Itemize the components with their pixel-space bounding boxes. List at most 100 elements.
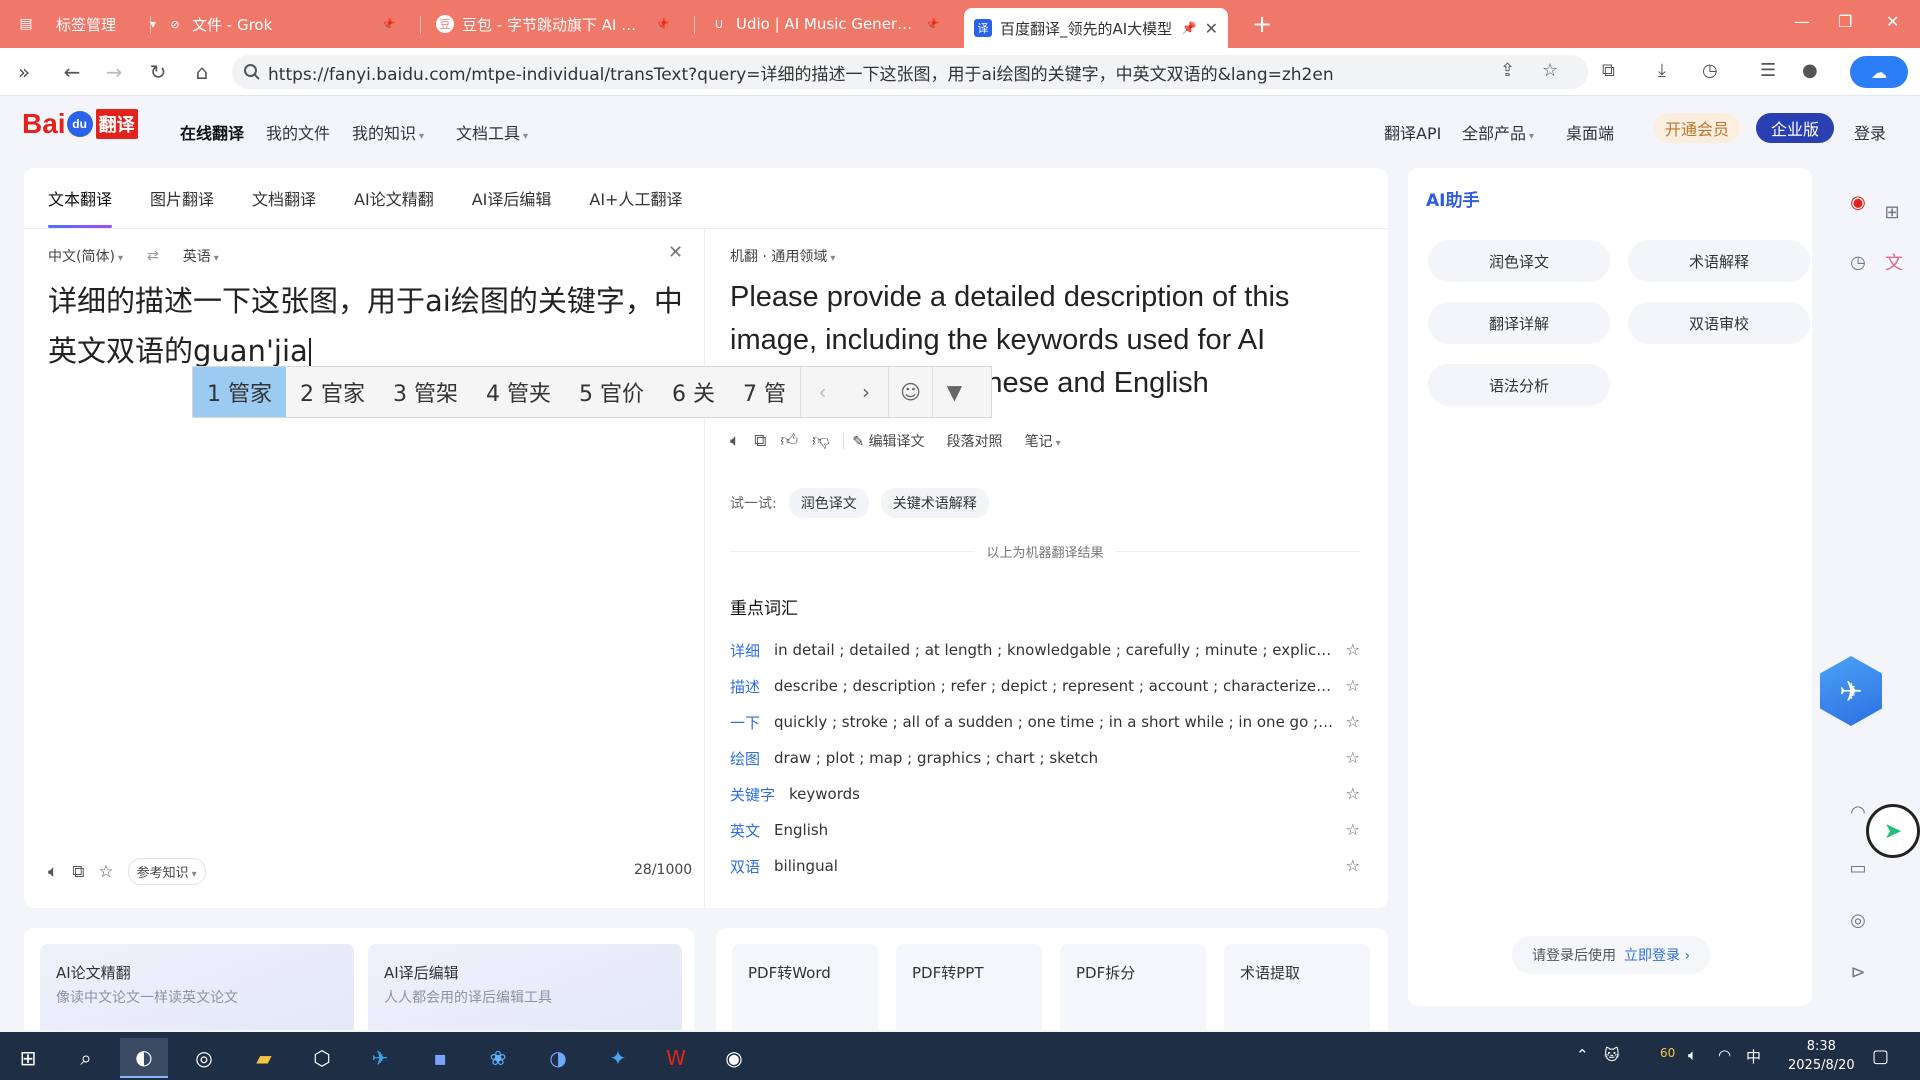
close-tab-icon[interactable]: ✕: [1205, 19, 1218, 38]
app-dark-icon[interactable]: ▪: [416, 1038, 464, 1078]
vocab-word[interactable]: 描述: [730, 676, 760, 697]
star-icon[interactable]: ☆: [1346, 856, 1360, 875]
vocab-word[interactable]: 绘图: [730, 748, 760, 769]
speaker-icon[interactable]: 🔈︎: [48, 862, 58, 882]
ime-prev-page-icon[interactable]: ‹: [800, 367, 844, 417]
chrome-icon[interactable]: ◎: [180, 1038, 228, 1078]
nav-translate-api[interactable]: 翻译API: [1384, 120, 1441, 144]
address-bar[interactable]: https://fanyi.baidu.com/mtpe-individual/…: [232, 55, 1588, 89]
feishu-icon[interactable]: ✦: [594, 1038, 642, 1078]
edge-browser-icon[interactable]: ◐: [120, 1038, 168, 1078]
ime-candidate[interactable]: 3 管架: [379, 367, 472, 417]
tab-ai-paper[interactable]: AI论文精翻: [354, 168, 434, 228]
nav-my-files[interactable]: 我的文件: [266, 120, 330, 144]
paragraph-compare-button[interactable]: 段落对照: [947, 431, 1003, 451]
tool-pdf-to-word[interactable]: PDF转Word: [732, 944, 878, 1030]
forward-icon[interactable]: →: [100, 58, 128, 86]
copy-icon[interactable]: ⧉: [72, 862, 84, 882]
tool-term-extract[interactable]: 术语提取: [1224, 944, 1370, 1030]
home-icon[interactable]: ⌂: [188, 58, 216, 86]
telegram-icon[interactable]: ✈: [356, 1038, 404, 1078]
source-language-select[interactable]: 中文(简体) ▾: [48, 246, 123, 266]
notification-icon[interactable]: ▢: [1872, 1046, 1889, 1067]
ime-candidate[interactable]: 2 官家: [286, 367, 379, 417]
target-icon[interactable]: ◎: [1842, 904, 1874, 936]
browser-tab-grok[interactable]: ⊘ 文件 - Grok 📌: [156, 6, 406, 42]
star-icon[interactable]: ☆: [1346, 676, 1360, 695]
tab-doc-translate[interactable]: 文档翻译: [252, 168, 316, 228]
app-swirl-icon[interactable]: ◑: [534, 1038, 582, 1078]
clear-input-icon[interactable]: ✕: [668, 242, 683, 263]
translate-plugin-icon[interactable]: 文: [1878, 246, 1910, 278]
expand-sidebar-icon[interactable]: »: [10, 58, 38, 86]
vocab-word[interactable]: 一下: [730, 712, 760, 733]
tab-text-translate[interactable]: 文本翻译: [48, 168, 113, 228]
browser-tab-udio[interactable]: U Udio | AI Music Generator 📌: [700, 6, 950, 42]
ime-expand-icon[interactable]: ▼: [932, 367, 976, 417]
cloud-sync-icon[interactable]: ☁: [1850, 56, 1908, 88]
tool-pdf-split[interactable]: PDF拆分: [1060, 944, 1206, 1030]
volume-icon[interactable]: 🔈︎: [1688, 1046, 1697, 1064]
thumbs-up-icon[interactable]: 👍︎: [780, 430, 798, 451]
new-tab-icon[interactable]: +: [1252, 10, 1272, 38]
star-icon[interactable]: ☆: [1346, 748, 1360, 767]
minimize-icon[interactable]: —: [1794, 12, 1810, 31]
notes-button[interactable]: 笔记 ▾: [1025, 431, 1061, 451]
ime-candidate[interactable]: 7 管: [729, 367, 800, 417]
restore-icon[interactable]: ❐: [1838, 12, 1852, 31]
close-window-icon[interactable]: ✕: [1886, 12, 1899, 31]
folder-icon[interactable]: ▭: [1842, 852, 1874, 884]
tool-pdf-to-ppt[interactable]: PDF转PPT: [896, 944, 1042, 1030]
polish-button[interactable]: 润色译文: [1428, 240, 1610, 282]
network-icon[interactable]: ◠: [1718, 1046, 1731, 1064]
tab-menu-icon[interactable]: ▤: [12, 12, 40, 36]
profile-avatar-icon[interactable]: ●: [1802, 60, 1818, 81]
tab-ai-post-edit[interactable]: AI译后编辑: [472, 168, 552, 228]
grammar-analysis-button[interactable]: 语法分析: [1428, 364, 1610, 406]
tab-ai-human[interactable]: AI+人工翻译: [589, 168, 682, 228]
nav-online-translate[interactable]: 在线翻译: [180, 120, 244, 144]
send-plane-icon[interactable]: ➤: [1866, 804, 1920, 858]
app-record-icon[interactable]: ◉: [710, 1038, 758, 1078]
term-explain-button[interactable]: 术语解释: [1628, 240, 1810, 282]
vocab-word[interactable]: 双语: [730, 856, 760, 877]
source-text-input[interactable]: 详细的描述一下这张图，用于ai绘图的关键字，中英文双语的guan'jia: [48, 276, 688, 376]
bilingual-review-button[interactable]: 双语审校: [1628, 302, 1810, 344]
ime-next-page-icon[interactable]: ›: [844, 367, 888, 417]
ime-candidate[interactable]: 4 管夹: [472, 367, 565, 417]
ime-candidate[interactable]: 6 关: [658, 367, 729, 417]
back-icon[interactable]: ←: [58, 58, 86, 86]
browser-tab-doubao[interactable]: 豆 豆包 - 字节跳动旗下 AI 智能 📌: [426, 6, 680, 42]
tray-expand-icon[interactable]: ⌃: [1576, 1046, 1589, 1064]
tray-app-icon[interactable]: 🐱︎: [1604, 1046, 1620, 1064]
speaker-icon[interactable]: 🔈︎: [730, 431, 740, 451]
record-icon[interactable]: ◉: [1842, 186, 1874, 218]
vocab-word[interactable]: 关键字: [730, 784, 775, 805]
login-now-link[interactable]: 立即登录 ›: [1624, 945, 1690, 965]
vocab-word[interactable]: 英文: [730, 820, 760, 841]
extensions-icon[interactable]: ⧉: [1602, 60, 1615, 81]
nav-my-knowledge[interactable]: 我的知识 ▾: [352, 120, 424, 144]
share-icon[interactable]: ⇪: [1500, 60, 1515, 81]
edit-translation-button[interactable]: ✎ 编辑译文: [852, 431, 924, 451]
browser-tab-baidu-translate[interactable]: 译 百度翻译_领先的AI大模型 📌 ✕: [964, 8, 1228, 48]
target-language-select[interactable]: 英语 ▾: [183, 246, 219, 266]
term-explain-chip[interactable]: 关键术语解释: [880, 488, 989, 518]
system-clock[interactable]: 8:38 2025/8/20: [1788, 1037, 1855, 1075]
ime-candidate[interactable]: 5 官价: [565, 367, 658, 417]
star-icon[interactable]: ☆: [1346, 784, 1360, 803]
emoji-icon[interactable]: ☺: [888, 367, 932, 417]
windows-start-icon[interactable]: ⊞: [4, 1038, 52, 1078]
ime-candidate[interactable]: 1 管家: [193, 367, 286, 417]
reference-knowledge-button[interactable]: 参考知识 ▾: [127, 858, 206, 885]
file-explorer-icon[interactable]: ▰: [240, 1038, 288, 1078]
nav-desktop[interactable]: 桌面端: [1566, 120, 1614, 144]
vip-button[interactable]: 开通会员: [1654, 113, 1740, 143]
menu-icon[interactable]: ☰: [1760, 60, 1776, 81]
copy-icon[interactable]: ⧉: [754, 431, 766, 451]
translation-detail-button[interactable]: 翻译详解: [1428, 302, 1610, 344]
star-icon[interactable]: ☆: [1346, 640, 1360, 659]
swap-languages-icon[interactable]: ⇄: [147, 248, 159, 264]
floating-assistant-icon[interactable]: ✈: [1820, 656, 1882, 726]
login-link[interactable]: 登录: [1854, 120, 1886, 144]
